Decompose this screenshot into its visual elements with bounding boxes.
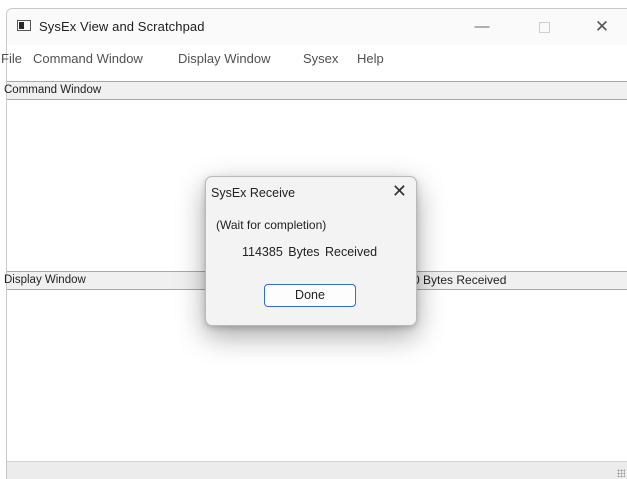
status-bar (7, 461, 627, 479)
menu-command-window[interactable]: Command Window (33, 51, 143, 66)
bytes-received-count: 114385 Bytes Received (242, 245, 378, 259)
done-button[interactable]: Done (264, 284, 356, 307)
maximize-button[interactable] (529, 15, 559, 39)
menu-help[interactable]: Help (357, 51, 384, 66)
command-window-header: Command Window (4, 81, 627, 100)
window-title: SysEx View and Scratchpad (39, 19, 205, 34)
resize-grip-icon[interactable] (617, 469, 625, 477)
app-icon (17, 20, 31, 31)
display-bytes-status: 0 Bytes Received (413, 273, 507, 287)
minimize-button[interactable]: — (467, 15, 497, 39)
menu-sysex[interactable]: Sysex (303, 51, 338, 66)
sysex-receive-dialog: SysEx Receive ✕ (Wait for completion) 11… (205, 176, 417, 326)
menu-file[interactable]: File (1, 51, 22, 66)
close-button[interactable]: ✕ (587, 15, 617, 39)
dialog-title: SysEx Receive (211, 186, 296, 200)
menu-bar: File Command Window Display Window Sysex… (1, 45, 627, 73)
dialog-close-button[interactable]: ✕ (392, 181, 407, 201)
wait-message: (Wait for completion) (216, 218, 327, 232)
title-bar[interactable]: SysEx View and Scratchpad — ✕ (7, 9, 627, 45)
command-window-label: Command Window (4, 84, 102, 96)
maximize-icon (538, 21, 550, 33)
display-window-label: Display Window (4, 274, 86, 286)
menu-display-window[interactable]: Display Window (178, 51, 270, 66)
